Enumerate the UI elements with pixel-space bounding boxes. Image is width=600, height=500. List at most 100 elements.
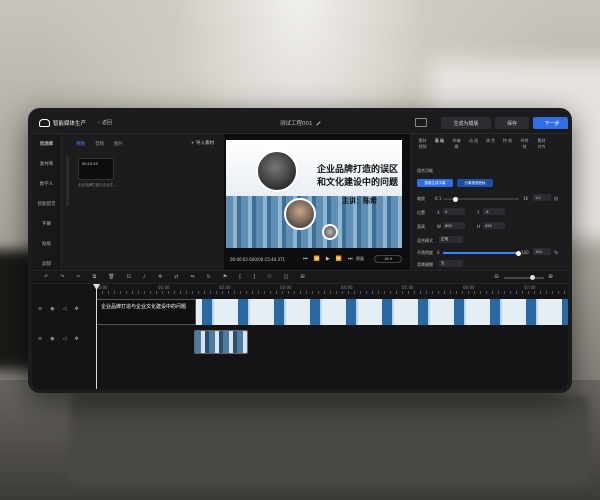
split-icon[interactable]: ✂ (76, 274, 80, 280)
import-material-button[interactable]: + 导入素材 (191, 140, 214, 146)
opacity-label: 不透明度 (417, 250, 433, 255)
playhead[interactable] (96, 284, 97, 389)
total-time: 00:15:44.371 (258, 256, 286, 262)
tab-align[interactable]: 素材 对齐 (535, 138, 548, 150)
scale-label: 缩放 (417, 196, 425, 201)
rail-item-material[interactable]: 素材库 (32, 154, 61, 174)
blend-mode-select[interactable]: 正常 (439, 236, 463, 243)
rewind-icon[interactable]: ⏪ (314, 256, 320, 262)
project-title[interactable]: 测试工程001 (280, 119, 321, 127)
track-menu-icon[interactable]: ≡ (38, 336, 42, 342)
asset-scrollbar[interactable] (66, 156, 69, 206)
fit-icon[interactable]: ⊞ (300, 274, 304, 280)
eye-icon[interactable]: ◉ (50, 336, 54, 342)
cloud-logo-icon (39, 118, 50, 127)
rotate-icon[interactable]: ↻ (207, 274, 211, 280)
keyboard-icon[interactable] (415, 118, 427, 127)
next-step-button[interactable]: 下一步 (533, 117, 568, 129)
pos-y-input[interactable]: -6 (483, 208, 505, 215)
play-icon[interactable]: ▶ (326, 256, 330, 262)
edit-pencil-icon[interactable] (315, 121, 321, 126)
save-button[interactable]: 保存 (495, 117, 529, 129)
tab-color[interactable]: 调 色 (484, 138, 497, 150)
freeze-icon[interactable]: ❄ (158, 274, 162, 280)
generate-template-button[interactable]: 生成为模版 (441, 117, 491, 129)
zoom-knob[interactable] (530, 275, 535, 280)
preview-panel: 企业品牌打造的误区 和文化建设中的问题 主讲：陈希 00:00:02.600 /… (224, 134, 410, 270)
tab-basic[interactable]: 基 础 (433, 138, 446, 150)
bracket-left-icon[interactable]: [ (239, 274, 241, 280)
rail-item-resource-library[interactable]: 资源库 (32, 134, 61, 154)
tab-audio[interactable]: 音频 (95, 141, 104, 147)
mirror-icon[interactable]: ⇋ (190, 274, 194, 280)
pos-x-input[interactable]: 0 (443, 208, 465, 215)
app-name: 智能媒体生产 (53, 120, 87, 127)
layer-icon[interactable]: ◫ (284, 274, 289, 280)
redo-icon[interactable]: ↷ (60, 274, 64, 280)
asset-thumbnail[interactable]: 00:15:19 (78, 158, 114, 180)
ruler-mark: 05:00 (402, 285, 414, 290)
scale-unit: 倍 (554, 196, 558, 201)
position-label: 位置 (417, 210, 425, 215)
audio-icon[interactable]: ♪ (143, 274, 146, 280)
tab-animation[interactable]: 动 画 (467, 138, 480, 150)
left-rail: 资源库 素材库 数字人 智能配音 字幕 贴纸 滤镜 (32, 134, 62, 270)
video-frame[interactable]: 企业品牌打造的误区 和文化建设中的问题 主讲：陈希 (226, 140, 402, 248)
app-logo: 智能媒体生产 (39, 118, 87, 127)
scale-slider-knob[interactable] (453, 196, 458, 202)
rail-item-subtitle[interactable]: 字幕 (32, 214, 61, 234)
opacity-min: 0 (437, 250, 440, 255)
speaker-icon[interactable]: ◁ (63, 336, 67, 342)
rail-item-dubbing[interactable]: 智能配音 (32, 194, 61, 214)
reverse-icon[interactable]: ⇄ (174, 274, 178, 280)
tab-effects[interactable]: 特 效 (501, 138, 514, 150)
move-icon[interactable]: ✥ (74, 336, 78, 342)
slide-title-line2: 和文化建设中的问题 (317, 178, 399, 188)
blend-label: 混合模式 (417, 238, 433, 243)
zoom-in-icon[interactable]: ⊕ (548, 273, 553, 280)
link-icon[interactable]: ⚇ (267, 274, 271, 280)
tab-material-video[interactable]: 素材 视频 (416, 138, 429, 150)
undo-icon[interactable]: ↶ (44, 274, 48, 280)
track-menu-icon[interactable]: ≡ (38, 306, 42, 312)
timeline-ruler[interactable]: 00:00 01:00 02:00 03:00 04:00 05:00 06:0… (96, 284, 568, 294)
back-button[interactable]: ‹ 返回 (98, 119, 112, 127)
tab-video[interactable]: 视频 (76, 141, 85, 147)
tab-ai-effects[interactable]: AI特 效 (518, 138, 531, 150)
delete-icon[interactable]: 🗑 (108, 274, 114, 280)
crop-icon[interactable]: ⊡ (127, 274, 131, 280)
opacity-slider[interactable] (443, 250, 521, 256)
resolution-select[interactable]: 原画 (356, 256, 364, 262)
tablet-device: 智能媒体生产 ‹ 返回 测试工程001 生成为模版 保存 下一步 资源库 素材库… (28, 108, 572, 393)
aspect-ratio-select[interactable]: 16:9 (374, 255, 402, 263)
overlay-clip[interactable] (194, 330, 248, 354)
title-clip[interactable]: 企业品牌打造与企业文化建设中的问题 (96, 299, 196, 325)
smart-caption-button[interactable]: 智能生成字幕 (417, 179, 453, 187)
forward-icon[interactable]: ⏩ (336, 256, 342, 262)
marker-icon[interactable]: ⚑ (223, 274, 227, 280)
track1-controls: ≡ ◉ ◁ ✥ (32, 306, 96, 312)
move-icon[interactable]: ✥ (74, 306, 78, 312)
split-audio-button[interactable]: 分离视频音轨 (457, 179, 493, 187)
tab-image[interactable]: 图片 (114, 141, 123, 147)
rail-item-sticker[interactable]: 贴纸 (32, 234, 61, 254)
copy-icon[interactable]: ⧉ (93, 274, 97, 280)
scale-slider[interactable] (443, 196, 519, 202)
editor-screen: 智能媒体生产 ‹ 返回 测试工程001 生成为模版 保存 下一步 资源库 素材库… (32, 112, 568, 389)
skip-start-icon[interactable]: ⏮ (303, 256, 308, 262)
tab-ai-edit[interactable]: AI编 辑 (450, 138, 463, 150)
bracket-right-icon[interactable]: ] (253, 274, 255, 280)
zoom-out-icon[interactable]: ⊖ (494, 273, 499, 280)
bg-blur-label: 背景模糊 (417, 262, 433, 267)
height-input[interactable]: 450 (483, 222, 505, 229)
zoom-slider[interactable] (504, 275, 544, 280)
opacity-input[interactable]: 100 (533, 248, 551, 255)
rail-item-digital-human[interactable]: 数字人 (32, 174, 61, 194)
speaker-icon[interactable]: ◁ (63, 306, 67, 312)
width-input[interactable]: 800 (443, 222, 465, 229)
scale-input[interactable]: 1.0 (533, 194, 551, 201)
eye-icon[interactable]: ◉ (50, 306, 54, 312)
skip-end-icon[interactable]: ⏭ (348, 256, 353, 262)
ruler-mark: 07:00 (524, 285, 536, 290)
bg-blur-select[interactable]: 无 (439, 260, 463, 267)
